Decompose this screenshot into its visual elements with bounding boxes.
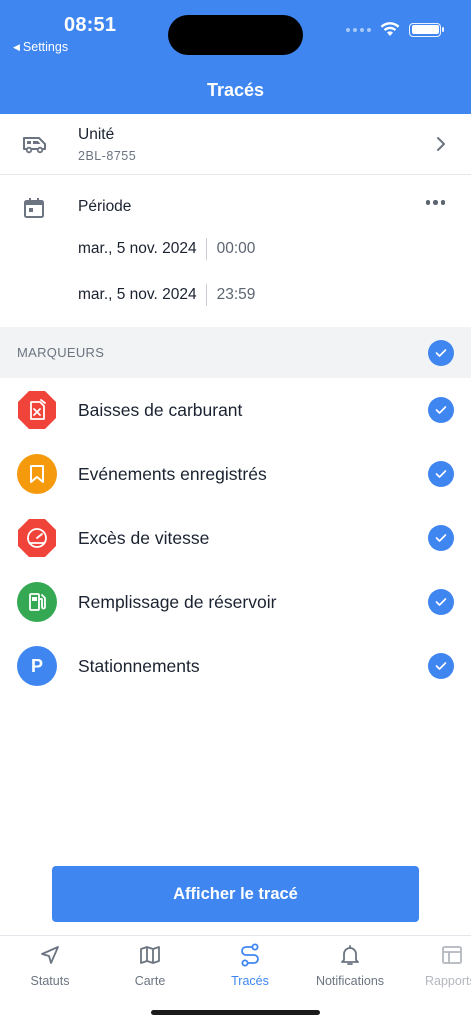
checkmark-icon bbox=[435, 662, 447, 670]
status-time: 08:51 bbox=[64, 14, 117, 36]
marker-checkbox[interactable] bbox=[428, 397, 454, 423]
marker-label: Baisses de carburant bbox=[78, 400, 243, 420]
van-icon bbox=[23, 137, 46, 154]
back-label: Settings bbox=[22, 40, 69, 54]
marker-checkbox[interactable] bbox=[428, 589, 454, 615]
marker-checkbox[interactable] bbox=[428, 525, 454, 551]
marker-label: Evénements enregistrés bbox=[78, 464, 267, 484]
table-icon bbox=[442, 946, 462, 964]
tab-notifications[interactable]: Notifications bbox=[300, 942, 400, 988]
tab-label: Statuts bbox=[30, 974, 70, 988]
tab-statuts[interactable]: Statuts bbox=[0, 942, 100, 988]
wifi-icon bbox=[380, 22, 400, 36]
marker-label: Stationnements bbox=[78, 656, 200, 676]
marker-label: Excès de vitesse bbox=[78, 528, 210, 548]
app-header: 08:51 ◀ Settings Tracés bbox=[0, 0, 471, 114]
period-section: Période mar., 5 nov. 2024 00:00 mar., 5 … bbox=[0, 175, 471, 327]
start-time[interactable]: 00:00 bbox=[207, 240, 256, 258]
marker-label: Remplissage de réservoir bbox=[78, 592, 277, 612]
markers-section-header: MARQUEURS bbox=[0, 327, 471, 378]
more-options-icon[interactable] bbox=[425, 200, 445, 205]
tab-rapports[interactable]: Rapports bbox=[400, 942, 471, 988]
navigation-arrow-icon bbox=[41, 946, 59, 964]
checkmark-icon bbox=[435, 598, 447, 606]
back-arrow-icon: ◀ bbox=[13, 41, 20, 52]
checkmark-icon bbox=[435, 470, 447, 478]
fuel-drop-icon bbox=[17, 390, 57, 430]
map-icon bbox=[140, 946, 160, 964]
unit-label: Unité bbox=[78, 126, 115, 143]
bell-icon bbox=[341, 945, 359, 965]
route-icon bbox=[241, 943, 259, 967]
parking-icon: P bbox=[17, 646, 57, 686]
marker-checkbox[interactable] bbox=[428, 461, 454, 487]
back-to-settings-link[interactable]: ◀ Settings bbox=[13, 40, 68, 54]
marker-recorded-events[interactable]: Evénements enregistrés bbox=[0, 442, 471, 506]
checkmark-icon bbox=[435, 349, 447, 357]
marker-speeding[interactable]: Excès de vitesse bbox=[0, 506, 471, 570]
show-track-button[interactable]: Afficher le tracé bbox=[52, 866, 419, 922]
tab-label: Notifications bbox=[315, 974, 385, 988]
start-date[interactable]: mar., 5 nov. 2024 bbox=[78, 240, 206, 258]
tab-label: Rapports bbox=[425, 974, 471, 988]
tab-label: Tracés bbox=[231, 974, 269, 988]
end-date[interactable]: mar., 5 nov. 2024 bbox=[78, 286, 206, 304]
select-all-markers-checkbox[interactable] bbox=[428, 340, 454, 366]
status-indicators bbox=[346, 22, 444, 37]
speedometer-icon bbox=[17, 518, 57, 558]
tab-traces[interactable]: Tracés bbox=[200, 942, 300, 988]
unit-selector-row[interactable]: Unité 2BL-8755 bbox=[0, 114, 471, 175]
bookmark-icon bbox=[17, 454, 57, 494]
period-label: Période bbox=[78, 198, 132, 215]
period-start[interactable]: mar., 5 nov. 2024 00:00 bbox=[78, 238, 255, 260]
end-time[interactable]: 23:59 bbox=[207, 286, 256, 304]
tab-carte[interactable]: Carte bbox=[100, 942, 200, 988]
marker-parking[interactable]: P Stationnements bbox=[0, 634, 471, 698]
checkmark-icon bbox=[435, 534, 447, 542]
battery-icon bbox=[409, 22, 444, 37]
chevron-right-icon bbox=[437, 137, 445, 151]
dynamic-island bbox=[168, 15, 303, 55]
page-title: Tracés bbox=[206, 80, 265, 100]
period-end[interactable]: mar., 5 nov. 2024 23:59 bbox=[78, 284, 255, 306]
checkmark-icon bbox=[435, 406, 447, 414]
marker-checkbox[interactable] bbox=[428, 653, 454, 679]
cellular-signal-icon bbox=[346, 27, 371, 32]
markers-section-title: MARQUEURS bbox=[17, 345, 105, 360]
parking-icon-letter: P bbox=[30, 655, 43, 676]
home-indicator bbox=[151, 1010, 320, 1015]
unit-value: 2BL-8755 bbox=[78, 149, 137, 163]
fuel-pump-icon bbox=[17, 582, 57, 622]
marker-tank-refill[interactable]: Remplissage de réservoir bbox=[0, 570, 471, 634]
calendar-icon bbox=[24, 198, 44, 218]
tab-label: Carte bbox=[134, 974, 166, 988]
marker-fuel-drops[interactable]: Baisses de carburant bbox=[0, 378, 471, 442]
